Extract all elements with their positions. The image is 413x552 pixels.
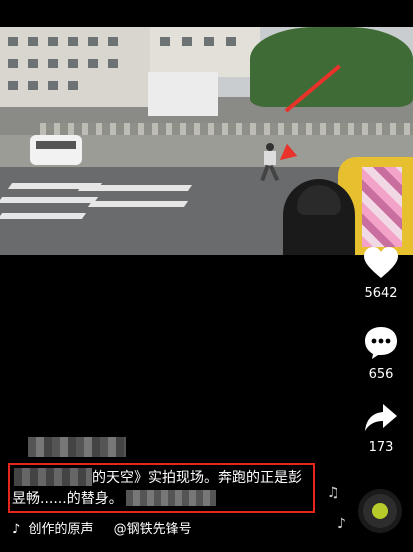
caption-blurred-text: [14, 468, 92, 486]
music-sound-label: 创作的原声: [28, 522, 94, 537]
video-building: [0, 27, 150, 107]
caption-line-2: 昱畅......的替身。: [12, 491, 123, 507]
comment-count: 656: [368, 367, 394, 382]
music-author: @钢铁先锋号: [113, 522, 192, 537]
share-count: 173: [368, 440, 394, 455]
share-button[interactable]: 173: [352, 402, 410, 455]
video-runner: [260, 143, 280, 182]
music-row[interactable]: ♪ 创作的原声 @钢铁先锋号: [12, 518, 192, 537]
like-count: 5642: [364, 286, 398, 301]
music-disc-cover: [372, 503, 388, 519]
floating-note-icon: ♪: [337, 516, 346, 532]
username-blurred[interactable]: [28, 437, 126, 457]
video-bystander: [283, 179, 355, 255]
video-trees: [250, 27, 413, 107]
like-button[interactable]: 5642: [352, 246, 410, 301]
video-player[interactable]: [0, 27, 413, 255]
heart-icon: [364, 247, 398, 278]
caption-blurred-text: [126, 490, 216, 506]
video-blur-patch: [362, 167, 402, 247]
video-van: [30, 135, 82, 165]
caption-line-1: 的天空》实拍现场。奔跑的正是彭: [92, 470, 302, 486]
floating-note-icon: ♫: [327, 485, 340, 501]
comment-button[interactable]: 656: [352, 325, 410, 382]
comment-icon: [365, 327, 397, 359]
music-note-icon: ♪: [12, 522, 21, 537]
share-icon: [365, 404, 397, 431]
video-building: [150, 27, 260, 77]
music-disc-icon[interactable]: [358, 489, 402, 533]
video-truck: [148, 72, 218, 116]
